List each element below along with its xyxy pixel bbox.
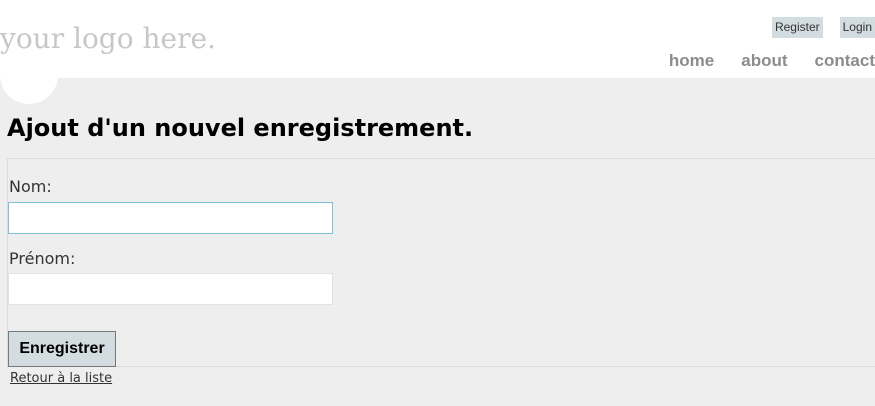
nom-label: Nom: bbox=[9, 177, 52, 196]
record-form bbox=[7, 158, 875, 367]
back-to-list-link[interactable]: Retour à la liste bbox=[10, 371, 112, 386]
prenom-label: Prénom: bbox=[9, 249, 76, 268]
login-link[interactable]: Login bbox=[839, 17, 875, 38]
prenom-input[interactable] bbox=[8, 273, 333, 305]
menu-item-home[interactable]: home bbox=[669, 50, 714, 72]
nom-input[interactable] bbox=[8, 202, 333, 234]
page-title: Ajout d'un nouvel enregistrement. bbox=[7, 114, 474, 142]
register-link[interactable]: Register bbox=[771, 17, 823, 38]
site-header: your logo here. Register Login home abou… bbox=[0, 0, 875, 78]
login-box: Register Login bbox=[771, 17, 875, 38]
site-logo[interactable]: your logo here. bbox=[0, 22, 216, 55]
menu-item-contact[interactable]: contact bbox=[815, 50, 875, 72]
menu-item-about[interactable]: about bbox=[741, 50, 787, 72]
save-button[interactable]: Enregistrer bbox=[8, 331, 116, 367]
main-menu: home about contact bbox=[642, 50, 875, 72]
